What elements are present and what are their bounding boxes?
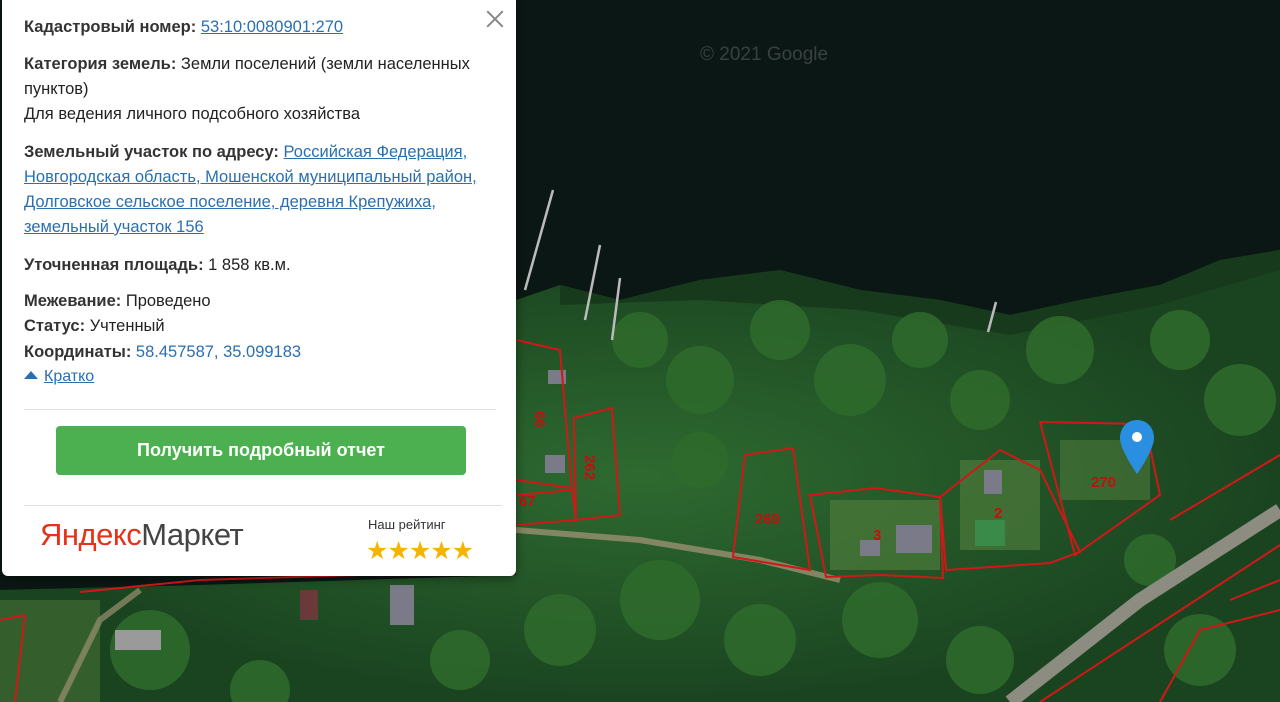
usage-text: Для ведения личного подсобного хозяйства [24, 105, 360, 123]
parcel-label-3: 3 [873, 527, 881, 544]
triangle-up-icon [24, 371, 38, 379]
parcel-label-262: 262 [581, 455, 598, 480]
survey-value: Проведено [125, 292, 211, 310]
collapse-link-label: Кратко [44, 368, 95, 385]
address-label: Земельный участок по адресу: [24, 143, 279, 161]
survey-label: Межевание: [24, 292, 122, 310]
area-label: Уточненная площадь: [24, 256, 204, 274]
divider [24, 409, 496, 410]
collapse-link[interactable]: Кратко [24, 368, 94, 386]
parcel-label-269: 269 [755, 511, 780, 528]
cadastral-label: Кадастровый номер: [24, 18, 197, 36]
parcel-label-2: 2 [994, 505, 1002, 522]
parcel-label-66: 66 [531, 411, 548, 428]
rating-label: Наш рейтинг [368, 517, 446, 532]
category-label: Категория земель: [24, 55, 177, 73]
cadastral-row: Кадастровый номер: 53:10:0080901:270 [24, 15, 494, 40]
logo-brand-market: Маркет [141, 517, 244, 552]
cadastral-number-link[interactable]: 53:10:0080901:270 [201, 18, 343, 36]
coords-row: Координаты: 58.457587, 35.099183 [24, 340, 494, 365]
coords-value[interactable]: 58.457587, 35.099183 [136, 343, 301, 361]
status-label: Статус: [24, 317, 86, 335]
coords-label: Координаты: [24, 343, 132, 361]
parcel-info-popup: Кадастровый номер: 53:10:0080901:270 Кат… [2, 0, 516, 576]
area-value: 1 858 кв.м. [208, 256, 291, 274]
survey-row: Межевание: Проведено [24, 289, 494, 314]
rating-stars-icon[interactable]: ★★★★★ [366, 536, 474, 566]
parcel-label-67: 67 [519, 493, 536, 510]
category-row: Категория земель: Земли поселений (земли… [24, 52, 494, 102]
logo-brand-yandex: Яндекс [40, 517, 142, 552]
area-row: Уточненная площадь: 1 858 кв.м. [24, 253, 494, 278]
divider [24, 505, 502, 506]
status-row: Статус: Учтенный [24, 314, 494, 339]
address-row: Земельный участок по адресу: Российская … [24, 140, 494, 240]
get-report-button[interactable]: Получить подробный отчет [56, 426, 466, 475]
parcel-label-270: 270 [1091, 474, 1116, 491]
map-watermark: © 2021 Google [700, 44, 829, 65]
status-value: Учтенный [89, 317, 165, 335]
yandex-market-logo[interactable]: ЯндексМаркет [40, 517, 244, 553]
